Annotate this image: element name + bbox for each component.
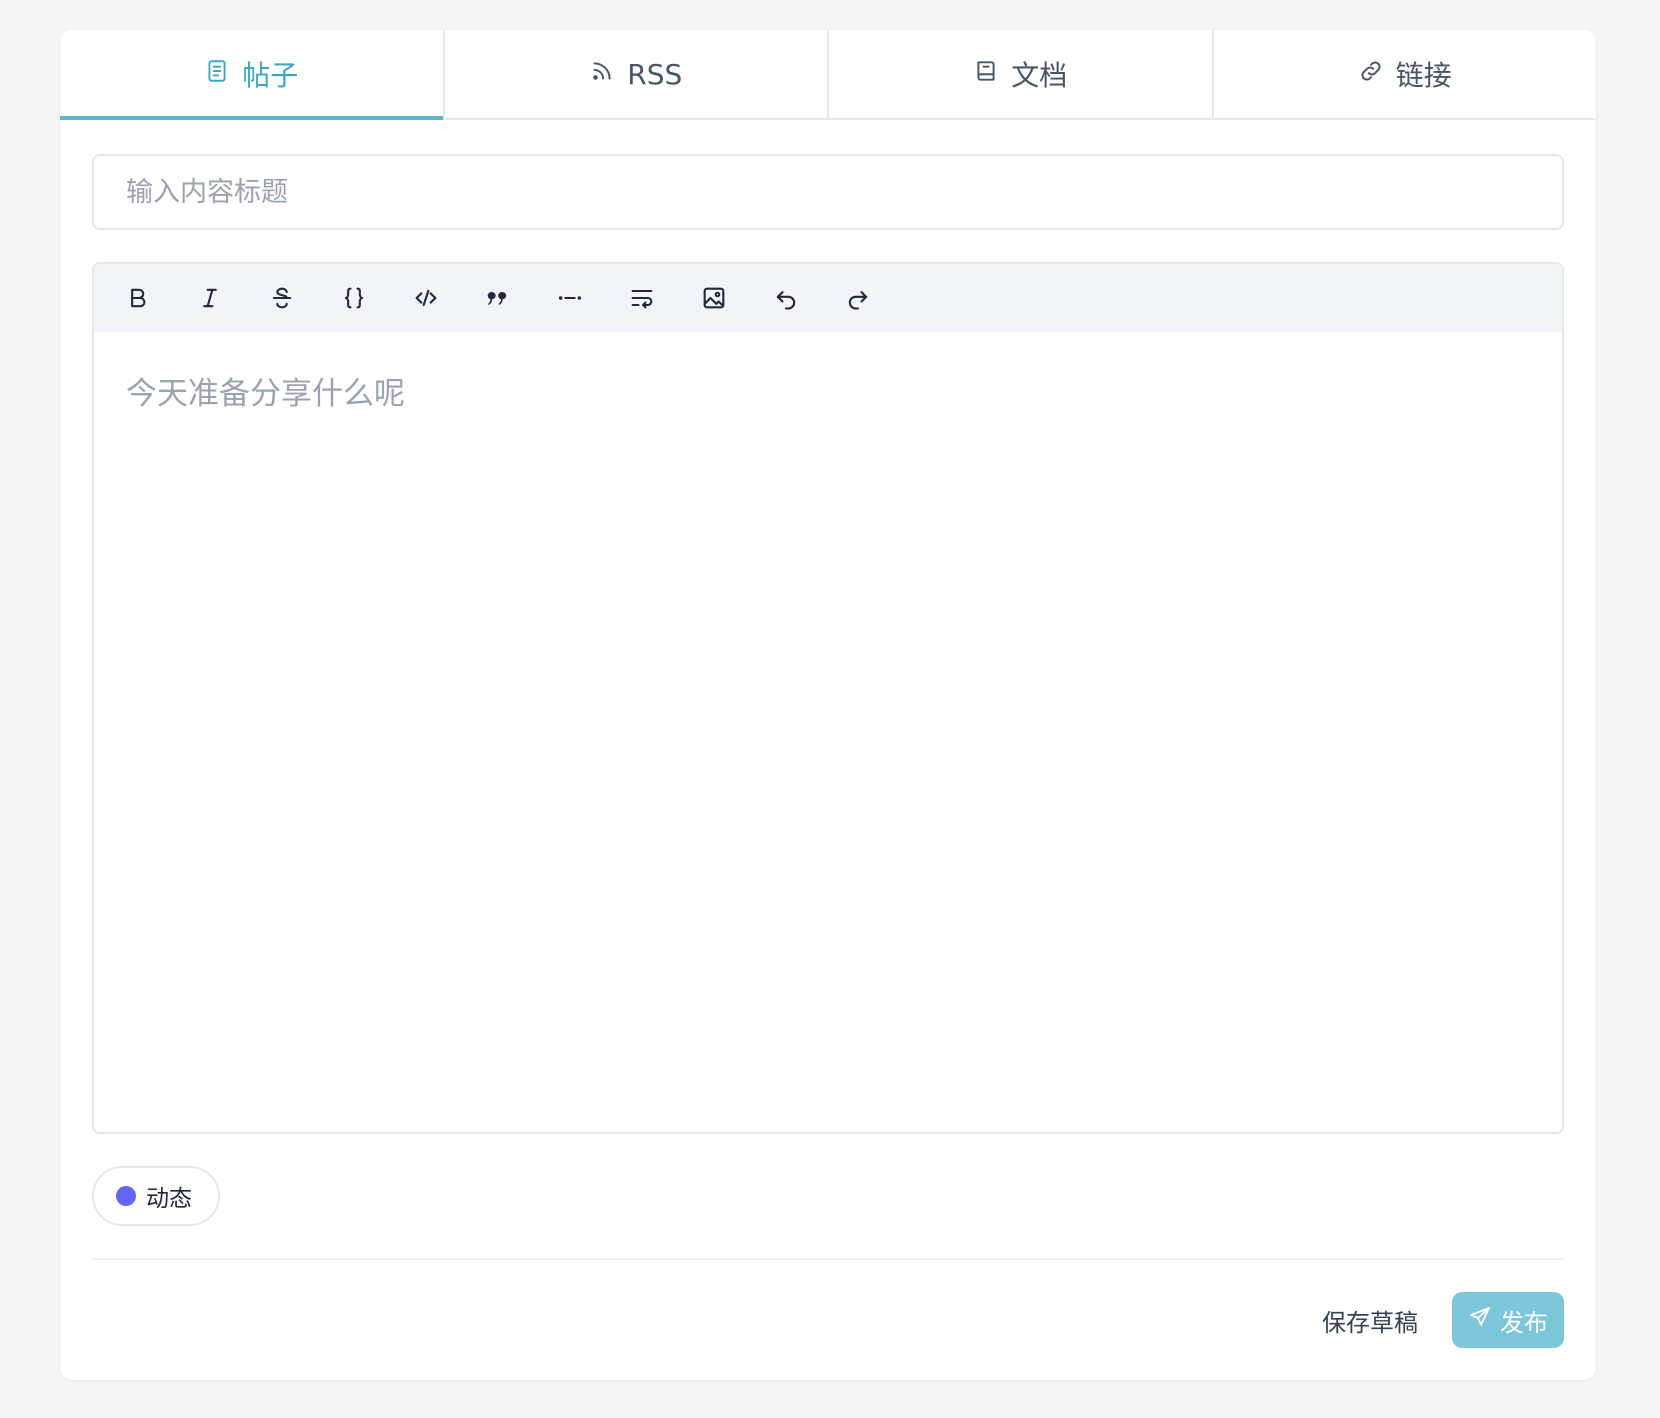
redo-button[interactable] [834,274,882,322]
image-icon [703,287,725,309]
tab-docs[interactable]: 文档 [829,30,1214,118]
tab-label: 帖子 [242,59,299,92]
italic-icon [203,288,217,308]
tab-rss[interactable]: RSS [445,30,829,118]
send-icon [1468,1305,1492,1335]
strikethrough-button[interactable] [258,274,306,322]
text-wrap-icon [631,289,653,309]
strikethrough-icon [272,287,292,309]
rss-icon [589,58,615,91]
undo-icon [776,291,796,310]
title-input[interactable] [92,154,1564,230]
code-block-button[interactable] [330,274,378,322]
quote-button[interactable] [474,274,522,322]
tab-link[interactable]: 链接 [1214,30,1597,118]
save-draft-button[interactable]: 保存草稿 [1322,1300,1418,1340]
footer-divider [92,1258,1564,1260]
italic-button[interactable] [186,274,234,322]
horizontal-rule-button[interactable] [546,274,594,322]
rich-text-editor [92,262,1564,1134]
undo-button[interactable] [762,274,810,322]
content-textarea[interactable] [94,332,1562,1132]
content-type-tabs: 帖子 RSS 文档 链接 [60,30,1596,120]
document-icon [204,58,230,91]
code-icon [415,289,437,307]
tab-label: 链接 [1395,59,1452,92]
link-icon [1358,58,1384,91]
category-tag[interactable]: 动态 [92,1166,220,1226]
bold-button[interactable] [114,274,162,322]
editor-toolbar [94,264,1562,332]
tag-label: 动态 [146,1186,192,1212]
tab-label: 文档 [1011,59,1068,92]
redo-icon [848,291,868,310]
tag-color-dot [116,1186,136,1206]
braces-icon [344,287,364,309]
publish-label: 发布 [1500,1308,1548,1337]
code-button[interactable] [402,274,450,322]
horizontal-rule-icon [558,296,582,300]
post-editor-card: 帖子 RSS 文档 链接 输入内容标题 今天准备分享什么呢 动态 保存草稿 发布 [60,30,1596,1380]
tab-post[interactable]: 帖子 [60,30,445,120]
text-wrap-button[interactable] [618,274,666,322]
bold-icon [131,288,146,308]
tab-label: RSS [627,57,683,91]
image-button[interactable] [690,274,738,322]
quote-icon [487,292,507,305]
publish-button[interactable]: 发布 [1452,1292,1564,1348]
book-icon [973,58,999,91]
